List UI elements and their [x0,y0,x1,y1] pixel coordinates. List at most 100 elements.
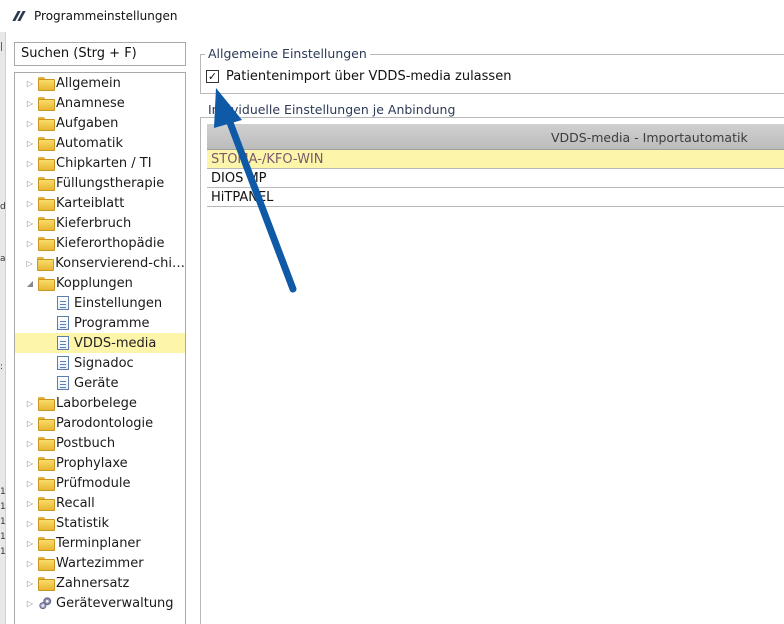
tree-item-label: Kieferorthopädie [56,235,165,251]
tree-item-automatik[interactable]: ▷ Automatik [15,133,185,153]
tree-item-wartezimmer[interactable]: ▷ Wartezimmer [15,553,185,573]
folder-icon [38,177,55,191]
expand-icon[interactable]: ▷ [24,397,36,409]
tree-item-signadoc[interactable]: Signadoc [15,353,185,373]
tree-item-label: Recall [56,495,95,511]
expand-icon[interactable]: ▷ [24,477,36,489]
expand-icon[interactable]: ▷ [24,537,36,549]
tree-item-füllungstherapie[interactable]: ▷ Füllungstherapie [15,173,185,193]
expand-icon[interactable]: ▷ [24,117,36,129]
folder-icon [38,457,55,471]
individual-settings-title: Individuelle Einstellungen je Anbindung [205,102,459,117]
folder-icon [38,157,55,171]
expand-icon[interactable]: ▷ [24,217,36,229]
tree-item-vdds-media[interactable]: VDDS-media [15,333,185,353]
expand-icon[interactable]: ▷ [24,417,36,429]
folder-icon [38,557,55,571]
tree-item-kopplungen[interactable]: ◢ Kopplungen [15,273,185,293]
tree-item-label: Parodontologie [56,415,154,431]
tree-item-programme[interactable]: Programme [15,313,185,333]
folder-icon [38,497,55,511]
tree-item-postbuch[interactable]: ▷ Postbuch [15,433,185,453]
expand-icon[interactable]: ▷ [24,137,36,149]
expand-icon[interactable]: ▷ [24,437,36,449]
tree-item-statistik[interactable]: ▷ Statistik [15,513,185,533]
tree-item-label: Automatik [56,135,124,151]
expand-icon[interactable]: ▷ [24,457,36,469]
gear-icon [39,597,52,610]
tree-item-label: Prüfmodule [56,475,131,491]
folder-icon [38,477,55,491]
tree-item-terminplaner[interactable]: ▷ Terminplaner [15,533,185,553]
strip-mark: 1 [0,532,6,542]
expand-icon[interactable]: ▷ [24,557,36,569]
tree-item-laborbelege[interactable]: ▷ Laborbelege [15,393,185,413]
expand-icon[interactable]: ▷ [24,177,36,189]
tree-item-konservierend-chi[interactable]: ▷ Konservierend-chi… [15,253,185,273]
expand-icon[interactable]: ▷ [24,257,35,269]
tree-item-geräteverwaltung[interactable]: ▷ Geräteverwaltung [15,593,185,613]
tree-item-label: Chipkarten / TI [56,155,152,171]
column-header-label: VDDS-media - Importautomatik [551,130,748,145]
tree-item-prophylaxe[interactable]: ▷ Prophylaxe [15,453,185,473]
expand-icon[interactable]: ▷ [24,197,36,209]
folder-icon [38,277,55,291]
tree-item-einstellungen[interactable]: Einstellungen [15,293,185,313]
tree-item-label: Geräteverwaltung [56,595,174,611]
strip-mark: d [0,202,6,212]
folder-icon [38,577,55,591]
folder-icon [38,397,55,411]
expand-icon[interactable]: ▷ [24,577,36,589]
folder-icon [38,197,55,211]
strip-mark: | [0,42,4,52]
folder-icon [37,257,55,271]
document-icon [57,336,69,350]
tree-item-label: Prophylaxe [56,455,128,471]
tree-item-recall[interactable]: ▷ Recall [15,493,185,513]
expand-icon[interactable]: ▷ [24,97,36,109]
connection-grid: VDDS-media - Importautomatik STOMA-/KFO-… [207,124,784,207]
table-row[interactable]: HiTPANEL [207,188,784,207]
patient-import-label[interactable]: Patientenimport über VDDS-media zulassen [226,69,511,84]
tree-item-geräte[interactable]: Geräte [15,373,185,393]
table-row[interactable]: STOMA-/KFO-WIN [207,150,784,169]
expand-icon[interactable]: ▷ [24,517,36,529]
expand-icon[interactable]: ▷ [24,157,36,169]
tree-item-karteiblatt[interactable]: ▷ Karteiblatt [15,193,185,213]
document-icon [57,296,69,310]
strip-mark: : [0,362,4,372]
tree-item-label: Signadoc [74,355,134,371]
table-row[interactable]: DIOS MP [207,169,784,188]
tree-item-label: Füllungstherapie [56,175,165,191]
strip-mark: 1 [0,502,6,512]
strip-mark: a [0,254,6,264]
tree-item-parodontologie[interactable]: ▷ Parodontologie [15,413,185,433]
tree-item-zahnersatz[interactable]: ▷ Zahnersatz [15,573,185,593]
tree-item-label: Konservierend-chi… [55,255,185,271]
tree-item-label: Kieferbruch [56,215,132,231]
tree-item-aufgaben[interactable]: ▷ Aufgaben [15,113,185,133]
expand-icon[interactable]: ▷ [24,237,36,249]
grid-column-header[interactable]: VDDS-media - Importautomatik [207,124,784,150]
patient-import-checkbox[interactable]: ✓ [206,70,219,83]
tree-item-chipkarten-ti[interactable]: ▷ Chipkarten / TI [15,153,185,173]
tree-item-kieferorthopädie[interactable]: ▷ Kieferorthopädie [15,233,185,253]
tree-item-label: Postbuch [56,435,116,451]
expand-icon[interactable]: ▷ [24,597,36,609]
tree-item-label: Allgemein [56,75,121,91]
tree-item-allgemein[interactable]: ▷ Allgemein [15,73,185,93]
folder-icon [38,117,55,131]
settings-tree[interactable]: ▷ Allgemein ▷ Anamnese ▷ Aufgaben ▷ Automatik ▷ C… [14,72,186,624]
expand-icon[interactable]: ▷ [24,497,36,509]
tree-item-anamnese[interactable]: ▷ Anamnese [15,93,185,113]
tree-item-label: Wartezimmer [56,555,144,571]
search-input[interactable]: Suchen (Strg + F) [14,42,186,66]
tree-item-label: Einstellungen [74,295,163,311]
expand-icon[interactable]: ▷ [24,77,36,89]
tree-item-kieferbruch[interactable]: ▷ Kieferbruch [15,213,185,233]
document-icon [57,376,69,390]
tree-item-label: Karteiblatt [56,195,125,211]
tree-item-label: Geräte [74,375,119,391]
collapse-icon[interactable]: ◢ [24,277,36,289]
tree-item-prüfmodule[interactable]: ▷ Prüfmodule [15,473,185,493]
